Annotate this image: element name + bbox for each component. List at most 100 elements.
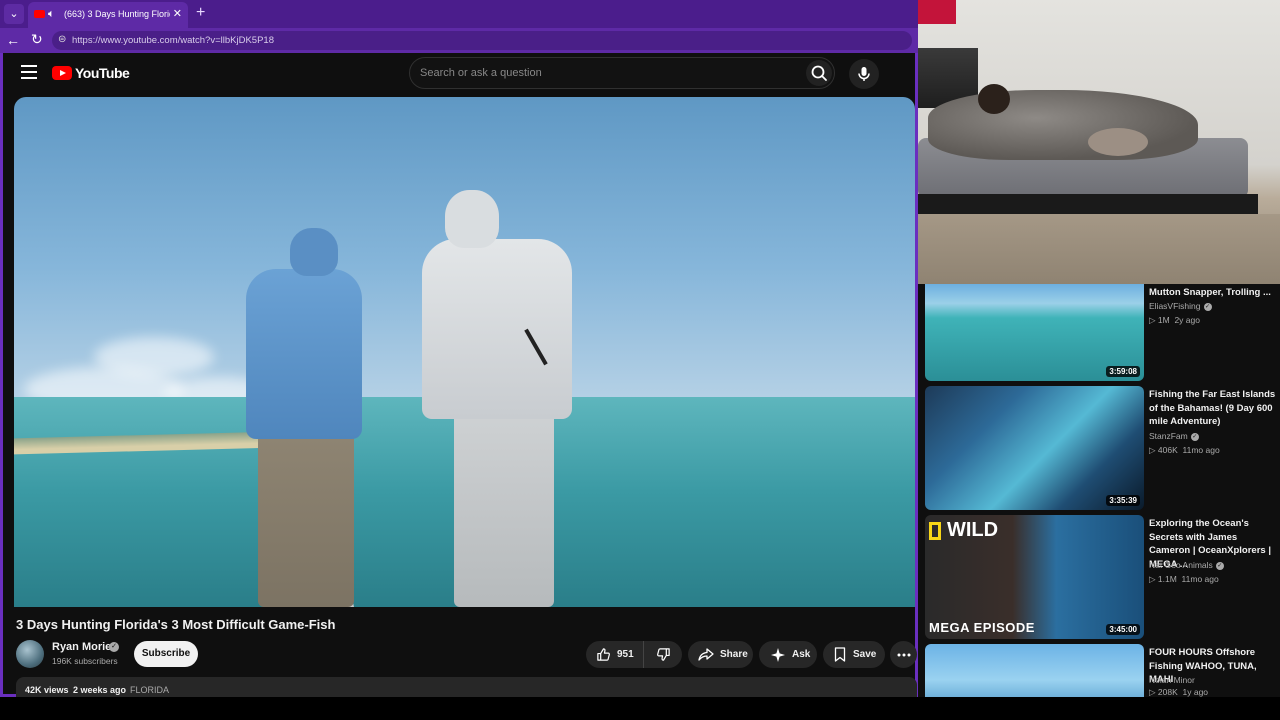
more-horizontal-icon (897, 653, 910, 656)
voice-search-button[interactable] (849, 59, 879, 89)
recommendation-age: 2y ago (1174, 315, 1200, 325)
site-info-icon[interactable]: ⊜ (58, 34, 66, 45)
thumb-badge-text: WILD (947, 519, 999, 541)
search-input[interactable] (420, 64, 780, 82)
search-icon (811, 65, 827, 81)
video-thumbnail[interactable]: WILD MEGA EPISODE 3:45:00 (925, 515, 1144, 639)
location-tag[interactable]: FLORIDA (130, 685, 169, 695)
duration-badge: 3:35:39 (1106, 495, 1140, 506)
video-frame-angler-2 (422, 239, 572, 419)
video-thumbnail[interactable]: 3:35:39 (925, 386, 1144, 510)
share-button[interactable]: Share (688, 641, 753, 668)
like-count: 951 (617, 649, 634, 660)
bookmark-icon (834, 647, 846, 662)
subscriber-count: 196K subscribers (52, 656, 118, 666)
webcam-wall-decor (918, 0, 956, 24)
tab-title: (663) 3 Days Hunting Florida's (64, 9, 170, 19)
recommendation-item[interactable]: FOUR HOURS Offshore Fishing WAHOO, TUNA,… (925, 644, 1280, 697)
thumbs-up-icon (597, 648, 610, 661)
video-frame-angler-2 (445, 190, 499, 248)
like-button[interactable]: 951 (586, 641, 644, 668)
recommendation-age: 11mo ago (1182, 445, 1220, 455)
reload-icon[interactable]: ↻ (31, 31, 43, 48)
save-label: Save (853, 649, 877, 660)
channel-avatar[interactable] (16, 640, 44, 668)
webcam-overlay (918, 0, 1280, 284)
recommendation-meta: ▷ 1.1M 11mo ago (1149, 574, 1219, 584)
tab-close-icon[interactable]: ✕ (173, 7, 182, 20)
url-field[interactable]: ⊜ https://www.youtube.com/watch?v=llbKjD… (52, 31, 912, 50)
search-button[interactable] (806, 60, 832, 86)
speaker-icon[interactable]: 🔈︎ (48, 8, 55, 21)
recommendation-views: 406K (1157, 445, 1178, 455)
view-count: 42K views (25, 685, 69, 695)
youtube-header: YouTube (3, 53, 915, 97)
recommendation-views: 208K (1157, 687, 1178, 697)
youtube-play-logo-icon (52, 66, 72, 80)
youtube-favicon-icon (34, 10, 45, 18)
tab-active[interactable]: 🔈︎ (663) 3 Days Hunting Florida's ✕ (28, 2, 188, 28)
screen: ⌄ 🔈︎ (663) 3 Days Hunting Florida's ✕ + … (0, 0, 1280, 720)
video-frame-angler-1 (290, 228, 338, 276)
recommendation-item[interactable]: 3:35:39 Fishing the Far East Islands of … (925, 386, 1280, 512)
video-player[interactable] (14, 97, 915, 607)
recommendation-channel-name: StanzFam (1149, 431, 1188, 441)
tab-bar: ⌄ 🔈︎ (663) 3 Days Hunting Florida's ✕ + (0, 0, 918, 28)
share-label: Share (720, 649, 748, 660)
thumbs-down-icon (656, 648, 670, 661)
recommendation-channel[interactable]: Nolan Minor (1149, 675, 1195, 685)
verified-check-icon: ✓ (1190, 432, 1199, 441)
recommendation-meta: ▷ 406K 11mo ago (1149, 445, 1220, 455)
webcam-blanket (928, 90, 1198, 160)
recommendation-channel[interactable]: EliasVFishing ✓ (1149, 301, 1212, 311)
save-button[interactable]: Save (823, 641, 885, 668)
microphone-icon (858, 67, 870, 81)
more-actions-button[interactable] (890, 641, 917, 668)
recommendation-channel[interactable]: Nat Geo Animals ✓ (1149, 560, 1224, 570)
youtube-logo-text: YouTube (75, 65, 130, 81)
video-thumbnail[interactable]: 3:59:08 (925, 284, 1144, 381)
duration-badge: 3:59:08 (1106, 366, 1140, 377)
thumb-caption: MEGA EPISODE (929, 620, 1035, 635)
webcam-dog (1088, 128, 1148, 156)
webcam-person (978, 84, 1010, 114)
recommendation-age: 1y ago (1182, 687, 1209, 697)
recommendation-item[interactable]: WILD MEGA EPISODE 3:45:00 Exploring the … (925, 515, 1280, 641)
video-title: 3 Days Hunting Florida's 3 Most Difficul… (16, 617, 336, 632)
duration-badge: 3:45:00 (1106, 624, 1140, 635)
video-frame-angler-1 (258, 427, 354, 607)
recommendation-views: 1.1M (1157, 574, 1177, 584)
search-box (409, 57, 835, 89)
browser-window: ⌄ 🔈︎ (663) 3 Days Hunting Florida's ✕ + … (0, 0, 918, 697)
recommendation-age: 11mo ago (1181, 574, 1219, 584)
recommendation-channel-name: EliasVFishing (1149, 301, 1201, 311)
webcam-floor (918, 214, 1280, 284)
hamburger-menu-icon[interactable] (21, 65, 37, 79)
recommendation-channel[interactable]: StanzFam ✓ (1149, 431, 1199, 441)
description-box[interactable]: 42K views 2 weeks ago FLORIDA (16, 677, 917, 697)
recommendations-list: 3:59:08 Mutton Snapper, Trolling ... Eli… (918, 284, 1280, 697)
ask-button[interactable]: Ask (759, 641, 817, 668)
address-bar: ← ↻ ⊜ https://www.youtube.com/watch?v=ll… (0, 28, 918, 53)
verified-check-icon: ✓ (1203, 302, 1212, 311)
video-frame-angler-1 (246, 269, 362, 439)
url-text: https://www.youtube.com/watch?v=llbKjDK5… (72, 35, 274, 46)
recommendation-channel-name: Nat Geo Animals (1149, 560, 1213, 570)
share-arrow-icon (698, 648, 714, 661)
bottom-bar (0, 697, 1280, 720)
like-dislike-group: 951 (586, 641, 682, 668)
back-arrow-icon[interactable]: ← (6, 32, 20, 48)
channel-name[interactable]: Ryan Morie (52, 641, 111, 653)
video-frame-angler-2 (454, 405, 554, 607)
recommendation-meta: ▷ 1M 2y ago (1149, 315, 1200, 325)
recommendation-views: 1M (1157, 315, 1170, 325)
new-tab-icon[interactable]: + (196, 4, 205, 22)
dislike-button[interactable] (644, 641, 682, 668)
recommendation-item[interactable]: 3:59:08 Mutton Snapper, Trolling ... Eli… (925, 284, 1280, 384)
nat-geo-frame-icon (929, 521, 941, 540)
subscribe-button[interactable]: Subscribe (134, 641, 198, 667)
tab-list-dropdown[interactable]: ⌄ (4, 4, 24, 24)
video-thumbnail[interactable] (925, 644, 1144, 697)
recommendation-title[interactable]: Mutton Snapper, Trolling ... (1149, 286, 1279, 300)
recommendation-title[interactable]: Fishing the Far East Islands of the Baha… (1149, 388, 1279, 429)
